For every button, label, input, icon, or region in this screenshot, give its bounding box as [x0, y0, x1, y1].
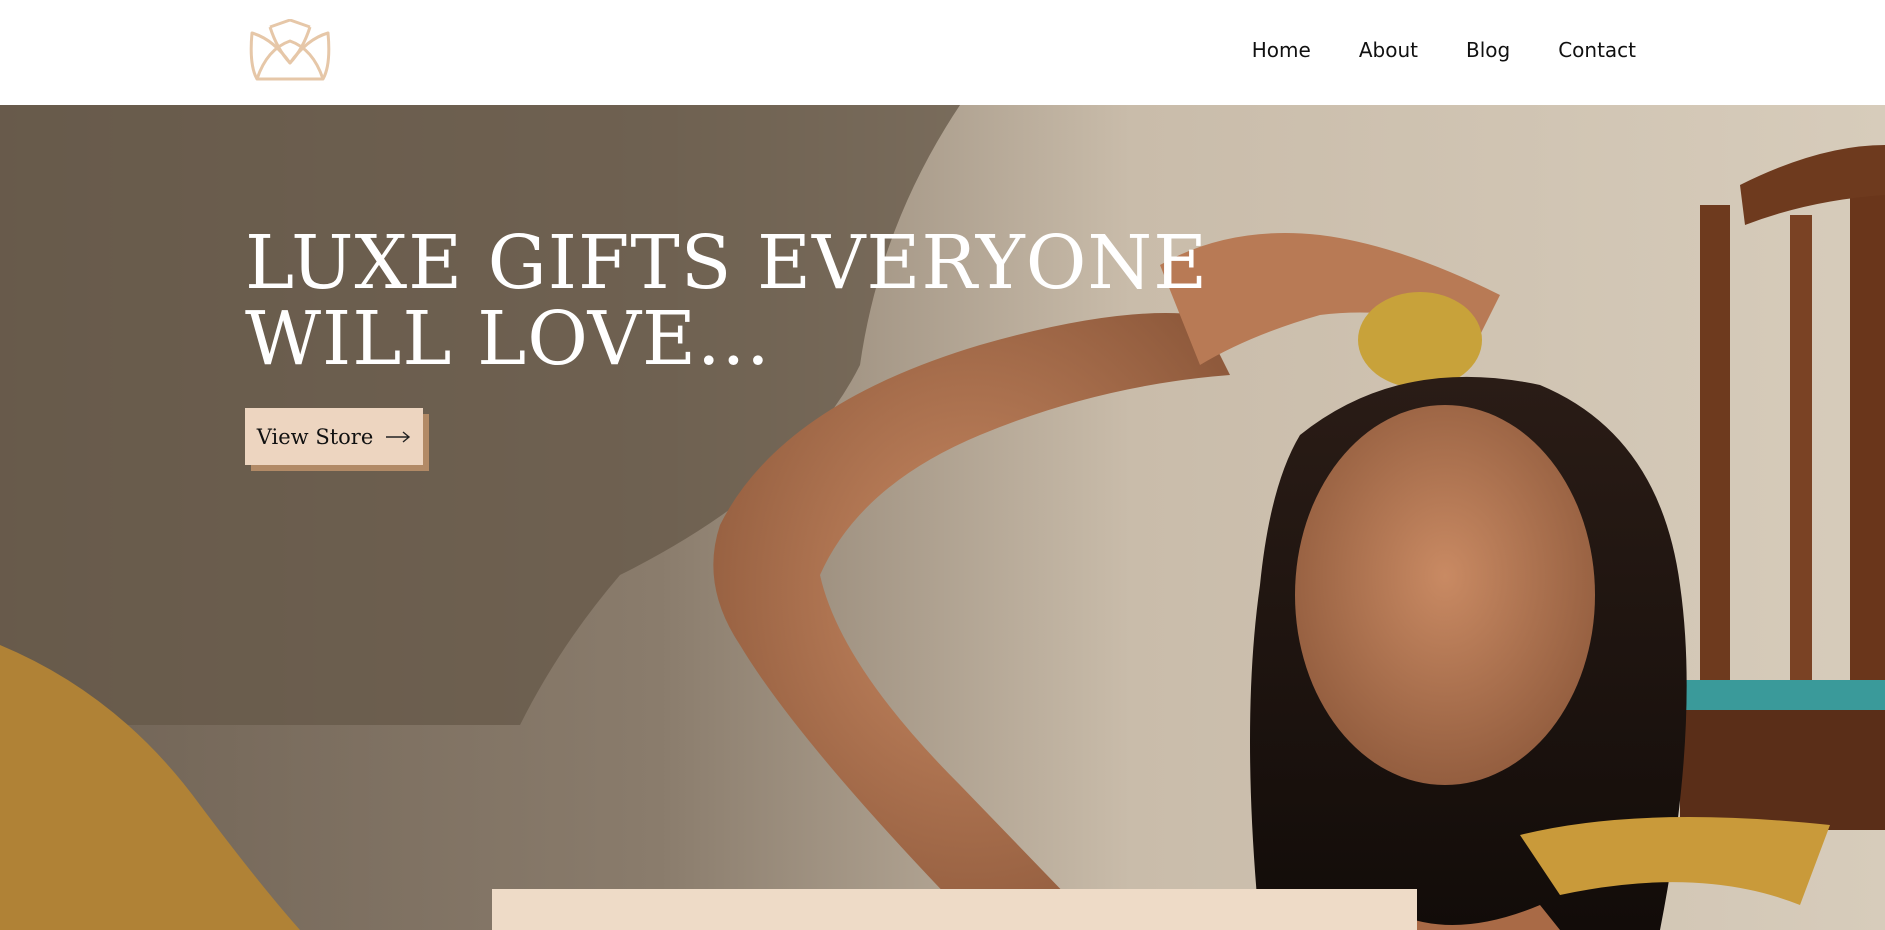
- arrow-right-icon: [386, 430, 411, 443]
- hero-title-line2: WILL LOVE...: [245, 296, 771, 382]
- lotus-icon: [249, 18, 331, 81]
- view-store-label: View Store: [256, 424, 374, 449]
- site-header: Home About Blog Contact: [0, 0, 1885, 105]
- cta-wrapper: View Store: [245, 408, 429, 471]
- nav-about[interactable]: About: [1359, 38, 1418, 62]
- logo-link[interactable]: [247, 18, 333, 83]
- hero-title-line1: LUXE GIFTS EVERYONE: [245, 220, 1209, 306]
- main-nav: Home About Blog Contact: [1252, 36, 1636, 64]
- content-panel: [492, 889, 1417, 930]
- nav-blog[interactable]: Blog: [1466, 38, 1510, 62]
- nav-home[interactable]: Home: [1252, 38, 1311, 62]
- nav-contact[interactable]: Contact: [1558, 38, 1636, 62]
- hero-section: LUXE GIFTS EVERYONE WILL LOVE... View St…: [0, 105, 1885, 930]
- hero-title: LUXE GIFTS EVERYONE WILL LOVE...: [245, 220, 1209, 382]
- view-store-button[interactable]: View Store: [245, 408, 423, 465]
